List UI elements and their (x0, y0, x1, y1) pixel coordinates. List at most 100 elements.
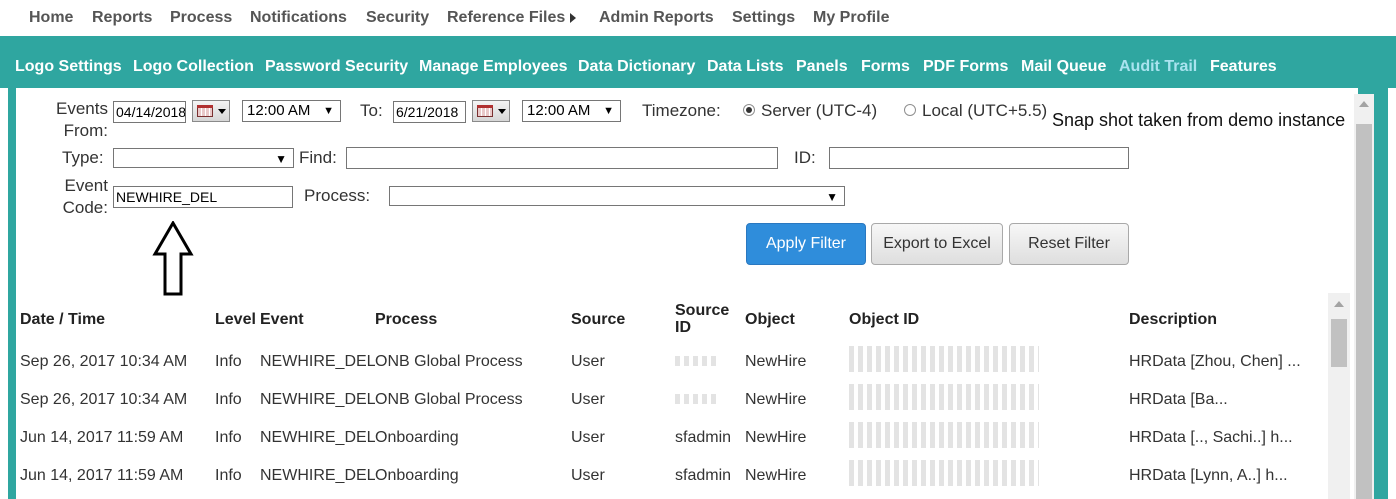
sub-nav-mail-queue[interactable]: Mail Queue (1021, 58, 1106, 76)
annotation-note: Snap shot taken from demo instance (1052, 110, 1346, 130)
calendar-icon (477, 105, 493, 117)
sub-nav-manage-employees[interactable]: Manage Employees (419, 58, 568, 76)
cell-level: Info (215, 467, 242, 484)
col-header-datetime[interactable]: Date / Time (20, 311, 105, 328)
scroll-up-icon[interactable] (1334, 301, 1344, 307)
cell-datetime: Sep 26, 2017 10:34 AM (20, 391, 188, 408)
cell-description: HRData [Ba... (1129, 391, 1228, 408)
sub-nav-logo-settings[interactable]: Logo Settings (15, 58, 122, 76)
dropdown-arrow-icon (218, 109, 226, 114)
col-header-object-id[interactable]: Object ID (849, 311, 919, 328)
from-date-calendar-button[interactable] (192, 100, 230, 122)
apply-filter-button[interactable]: Apply Filter (746, 223, 866, 265)
to-time-value: 12:00 AM (527, 102, 591, 119)
col-header-event[interactable]: Event (260, 311, 304, 328)
tz-server-label: Server (UTC-4) (761, 101, 878, 120)
top-nav-reference-files-label: Reference Files (447, 9, 566, 26)
page-scrollbar-thumb[interactable] (1356, 124, 1372, 499)
id-input[interactable] (829, 147, 1129, 169)
to-date-calendar-button[interactable] (472, 100, 510, 122)
cell-level: Info (215, 391, 242, 408)
cell-source: User (571, 429, 605, 446)
sub-nav-features[interactable]: Features (1210, 58, 1277, 76)
from-date-input[interactable]: 04/14/2018 (113, 101, 186, 123)
sub-nav-pdf-forms[interactable]: PDF Forms (923, 58, 1008, 76)
sub-nav-logo-collection[interactable]: Logo Collection (133, 58, 254, 76)
table-scrollbar[interactable] (1328, 293, 1350, 499)
submenu-arrow-icon (570, 12, 577, 23)
cell-datetime: Jun 14, 2017 11:59 AM (20, 429, 184, 446)
event-code-input[interactable]: NEWHIRE_DEL (113, 186, 293, 208)
to-label: To: (360, 101, 383, 120)
from-time-value: 12:00 AM (247, 102, 311, 119)
cell-object: NewHire (745, 353, 807, 370)
page-scrollbar[interactable] (1354, 94, 1374, 499)
sub-nav-audit-trail[interactable]: Audit Trail (1119, 58, 1197, 76)
cell-object: NewHire (745, 391, 807, 408)
scroll-up-icon[interactable] (1359, 101, 1369, 107)
to-date-input[interactable]: 6/21/2018 (393, 101, 466, 123)
top-nav-settings[interactable]: Settings (732, 9, 795, 27)
sub-nav-forms[interactable]: Forms (861, 58, 910, 76)
calendar-icon (197, 105, 213, 117)
col-header-description[interactable]: Description (1129, 311, 1217, 328)
sub-nav-panels[interactable]: Panels (796, 58, 848, 76)
top-nav-home[interactable]: Home (29, 9, 73, 27)
redacted-object-id (849, 460, 1039, 486)
cell-source: User (571, 467, 605, 484)
cell-source-id: sfadmin (675, 429, 732, 446)
sub-nav: Logo Settings Logo Collection Password S… (0, 38, 1396, 88)
cell-level: Info (215, 429, 242, 446)
cell-source-id: sfadmin (675, 467, 732, 484)
col-header-source-id[interactable]: Source ID (675, 302, 729, 336)
chevron-down-icon: ▼ (603, 105, 614, 117)
col-header-source[interactable]: Source (571, 311, 625, 328)
top-nav: Home Reports Process Notifications Secur… (0, 0, 1396, 38)
cell-event: NEWHIRE_DEL (260, 391, 376, 408)
process-label: Process: (304, 186, 371, 205)
chevron-down-icon: ▼ (275, 152, 287, 166)
event-code-label: Event Code: (62, 176, 108, 217)
reset-filter-button[interactable]: Reset Filter (1009, 223, 1129, 265)
sub-nav-data-dictionary[interactable]: Data Dictionary (578, 58, 695, 76)
top-nav-reference-files[interactable]: Reference Files (447, 9, 577, 27)
table-scrollbar-thumb[interactable] (1331, 319, 1347, 367)
tz-server-radio[interactable] (743, 104, 755, 116)
cell-source: User (571, 353, 605, 370)
dropdown-arrow-icon (498, 109, 506, 114)
find-label: Find: (299, 148, 337, 167)
process-select[interactable]: ▼ (389, 186, 845, 206)
to-time-select[interactable]: 12:00 AM ▼ (522, 100, 621, 122)
cell-datetime: Jun 14, 2017 11:59 AM (20, 467, 184, 484)
cell-process: Onboarding (375, 429, 459, 446)
type-select[interactable]: ▼ (113, 148, 294, 168)
cell-description: HRData [.., Sachi..] h... (1129, 429, 1293, 446)
top-nav-notifications[interactable]: Notifications (250, 9, 347, 27)
cell-object: NewHire (745, 467, 807, 484)
events-from-label: Events From: (56, 99, 108, 140)
col-header-object[interactable]: Object (745, 311, 795, 328)
cell-event: NEWHIRE_DEL (260, 429, 376, 446)
redacted-object-id (849, 384, 1039, 410)
col-header-level[interactable]: Level (215, 311, 256, 328)
col-header-process[interactable]: Process (375, 311, 437, 328)
cell-object: NewHire (745, 429, 807, 446)
top-nav-reports[interactable]: Reports (92, 9, 152, 27)
sub-nav-data-lists[interactable]: Data Lists (707, 58, 783, 76)
top-nav-my-profile[interactable]: My Profile (813, 9, 889, 27)
top-nav-admin-reports[interactable]: Admin Reports (599, 9, 714, 27)
redacted-object-id (849, 422, 1039, 448)
cell-description: HRData [Lynn, A..] h... (1129, 467, 1288, 484)
cell-source: User (571, 391, 605, 408)
sub-nav-password-security[interactable]: Password Security (265, 58, 408, 76)
from-time-select[interactable]: 12:00 AM ▼ (242, 100, 341, 122)
top-nav-security[interactable]: Security (366, 9, 429, 27)
tz-local-radio[interactable] (904, 104, 916, 116)
timezone-label: Timezone: (642, 101, 721, 120)
export-to-excel-button[interactable]: Export to Excel (871, 223, 1003, 265)
top-nav-process[interactable]: Process (170, 9, 232, 27)
annotation-arrow-icon (152, 221, 194, 296)
tz-local-label: Local (UTC+5.5) (922, 101, 1048, 120)
cell-process: ONB Global Process (375, 391, 523, 408)
find-input[interactable] (346, 147, 778, 169)
